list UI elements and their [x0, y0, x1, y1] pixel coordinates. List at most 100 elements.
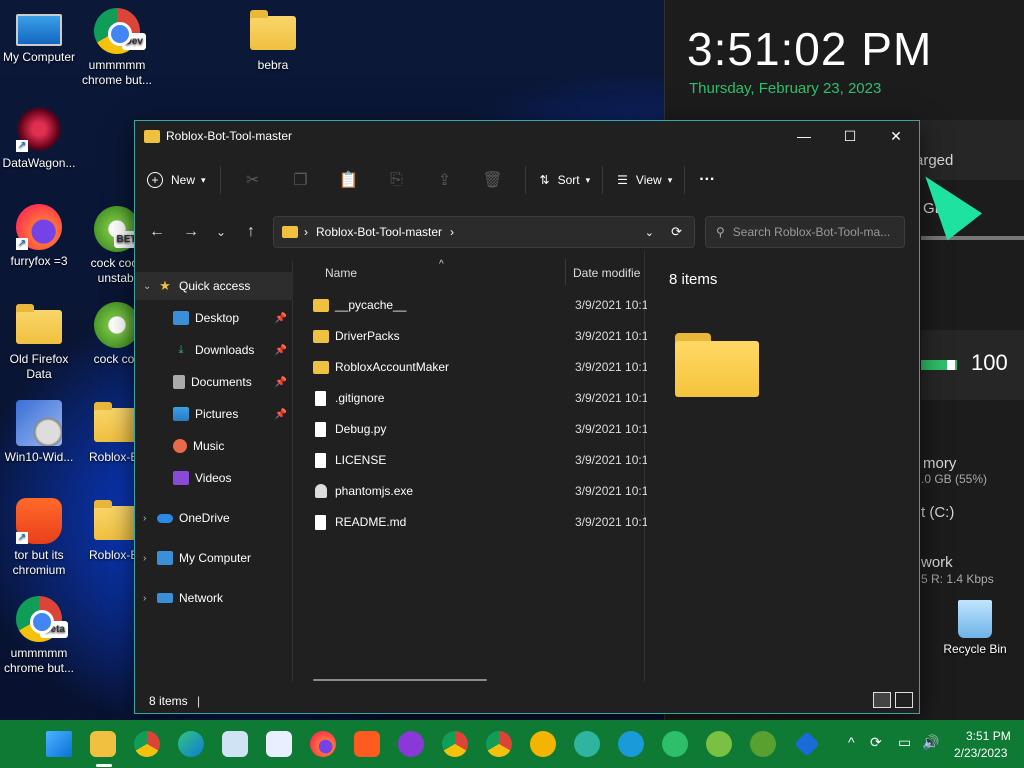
edge-beta-taskbar-icon[interactable] — [618, 731, 644, 757]
desktop-icon-bebra[interactable]: bebra — [234, 10, 312, 73]
network-monitor-icon[interactable]: ▭ — [898, 734, 911, 751]
file-explorer-window[interactable]: Roblox-Bot-Tool-master — ☐ ✕ + New ▾ ✂ ❐… — [134, 120, 920, 714]
file-row[interactable]: RobloxAccountMaker 3/9/2021 10:1 — [313, 355, 647, 379]
download-icon: ⤓ — [178, 344, 184, 356]
address-dropdown-icon[interactable]: ⌄ — [645, 226, 654, 239]
nav-item-documents[interactable]: Documents 📌 — [135, 368, 293, 396]
column-header-date[interactable]: Date modifie — [573, 266, 643, 280]
edge-dev-taskbar-icon[interactable] — [662, 731, 688, 757]
memory-value: .0 GB (55%) — [921, 472, 988, 486]
nav-label: OneDrive — [179, 511, 230, 525]
desktop-icon-label: tor but its chromium — [12, 548, 66, 577]
desktop-icon-old-firefox-data[interactable]: Old Firefox Data — [0, 304, 78, 382]
back-arrow-icon[interactable]: ← — [145, 223, 169, 241]
volume-bar-thumb[interactable] — [947, 360, 955, 370]
address-bar[interactable]: › Roblox-Bot-Tool-master › ⌄ ⟳ — [273, 216, 695, 248]
file-name: Debug.py — [335, 422, 387, 436]
file-row[interactable]: LICENSE 3/9/2021 10:1 — [313, 448, 647, 472]
nav-item-onedrive[interactable]: › OneDrive — [135, 504, 293, 532]
nav-item-videos[interactable]: Videos — [135, 464, 293, 492]
desktop-icon-chrome-dev[interactable]: Dev ummmmm chrome but... — [78, 8, 156, 88]
file-row[interactable]: __pycache__ 3/9/2021 10:1 — [313, 293, 647, 317]
desktop-icon-my-computer[interactable]: My Computer — [0, 8, 78, 65]
documents-icon — [173, 375, 185, 389]
shortcut-arrow-icon: ↗ — [16, 238, 28, 250]
cut-icon[interactable]: ✂ — [235, 164, 271, 196]
edge-canary-taskbar-icon[interactable] — [574, 731, 600, 757]
file-row[interactable]: Debug.py 3/9/2021 10:1 — [313, 417, 647, 441]
taskbar-date[interactable]: 2/23/2023 — [954, 746, 1007, 760]
app-taskbar-icon[interactable] — [794, 731, 820, 757]
nav-item-pictures[interactable]: Pictures 📌 — [135, 400, 293, 428]
tiles-view-icon[interactable] — [895, 692, 913, 708]
desktop-icon-chrome-beta[interactable]: Beta ummmmm chrome but... — [0, 596, 78, 676]
coccoc-beta-taskbar-icon[interactable] — [750, 731, 776, 757]
view-icon: ☰ — [617, 173, 628, 187]
file-row[interactable]: DriverPacks 3/9/2021 10:1 — [313, 324, 647, 348]
refresh-icon[interactable]: ⟳ — [671, 224, 682, 240]
chrome-taskbar-icon[interactable] — [134, 731, 160, 757]
forward-arrow-icon[interactable]: → — [179, 223, 203, 241]
show-hidden-icons-chevron-icon[interactable]: ^ — [848, 734, 855, 750]
taskbar-clock[interactable]: 3:51 PM — [966, 729, 1011, 743]
edge-taskbar-icon[interactable] — [178, 731, 204, 757]
sort-button[interactable]: ⇅ Sort ▾ — [540, 164, 591, 196]
breadcrumb-item[interactable]: Roblox-Bot-Tool-master — [316, 225, 442, 239]
chrome-dev-taskbar-icon[interactable] — [486, 731, 512, 757]
new-button[interactable]: + New ▾ — [147, 164, 206, 196]
photos-taskbar-icon[interactable] — [222, 731, 248, 757]
view-button[interactable]: ☰ View ▾ — [617, 164, 672, 196]
close-button[interactable]: ✕ — [873, 121, 919, 151]
toolbar-divider — [524, 166, 526, 194]
more-options-button[interactable]: ··· — [699, 164, 715, 196]
file-row[interactable]: .gitignore 3/9/2021 10:1 — [313, 386, 647, 410]
paste-icon[interactable]: 📋 — [331, 164, 367, 196]
nav-item-quick-access[interactable]: ⌄ ★ Quick access — [135, 272, 293, 300]
details-view-icon[interactable] — [873, 692, 891, 708]
chrome-beta-taskbar-icon[interactable] — [442, 731, 468, 757]
volume-icon[interactable]: 🔊 — [922, 734, 939, 751]
notepad-taskbar-icon[interactable] — [266, 731, 292, 757]
up-arrow-icon[interactable]: ↑ — [239, 223, 263, 241]
copy-icon[interactable]: ❐ — [283, 164, 319, 196]
document-icon — [315, 421, 326, 437]
nav-item-music[interactable]: Music — [135, 432, 293, 460]
minimize-button[interactable]: — — [781, 121, 827, 151]
taskbar: ^ ⟳ ▭ 🔊 3:51 PM 2/23/2023 — [0, 720, 1024, 768]
file-row[interactable]: README.md 3/9/2021 10:1 — [313, 510, 647, 534]
coccoc-taskbar-icon[interactable] — [706, 731, 732, 757]
nav-item-my-computer[interactable]: › My Computer — [135, 544, 293, 572]
network-icon — [157, 593, 173, 603]
desktop-icon-datawagon[interactable]: ↗ DataWagon... — [0, 106, 78, 171]
nav-label: Desktop — [195, 311, 240, 325]
rename-icon[interactable]: ⎘ — [379, 164, 415, 196]
desktop-icon-recycle-bin[interactable]: Recycle Bin — [936, 600, 1014, 657]
chrome-canary-taskbar-icon[interactable] — [530, 731, 556, 757]
horizontal-scrollbar[interactable] — [313, 679, 487, 681]
file-explorer-taskbar-icon[interactable] — [90, 731, 116, 757]
share-icon[interactable]: ⇪ — [427, 164, 463, 196]
desktop-icon-tor-chromium[interactable]: ↗ tor but its chromium — [0, 498, 78, 578]
widget-date: Thursday, February 23, 2023 — [689, 80, 882, 97]
recent-chevron-icon[interactable]: ⌄ — [209, 225, 233, 239]
nav-item-network[interactable]: › Network — [135, 584, 293, 612]
nav-label: Documents — [191, 375, 252, 389]
search-input[interactable]: ⚲ Search Roblox-Bot-Tool-ma... — [705, 216, 905, 248]
delete-icon[interactable]: 🗑 — [475, 164, 511, 196]
maximize-button[interactable]: ☐ — [827, 121, 873, 151]
volume-value: 100 — [971, 350, 1008, 375]
desktop-icon-furryfox[interactable]: ↗ furryfox =3 — [0, 204, 78, 269]
file-row[interactable]: phantomjs.exe 3/9/2021 10:1 — [313, 479, 647, 503]
update-icon[interactable]: ⟳ — [870, 734, 882, 751]
column-header-name[interactable]: Name — [325, 266, 357, 280]
firefox-icon: ↗ — [16, 204, 62, 250]
nav-item-downloads[interactable]: ⤓ Downloads 📌 — [135, 336, 293, 364]
start-button[interactable] — [46, 731, 72, 757]
nav-item-desktop[interactable]: Desktop 📌 — [135, 304, 293, 332]
tor-taskbar-icon[interactable] — [398, 731, 424, 757]
brave-taskbar-icon[interactable] — [354, 731, 380, 757]
desktop-icon-win10-widgets[interactable]: Win10-Wid... — [0, 400, 78, 465]
firefox-taskbar-icon[interactable] — [310, 731, 336, 757]
nav-label: Quick access — [179, 279, 251, 293]
title-bar[interactable]: Roblox-Bot-Tool-master — ☐ ✕ — [135, 121, 919, 151]
